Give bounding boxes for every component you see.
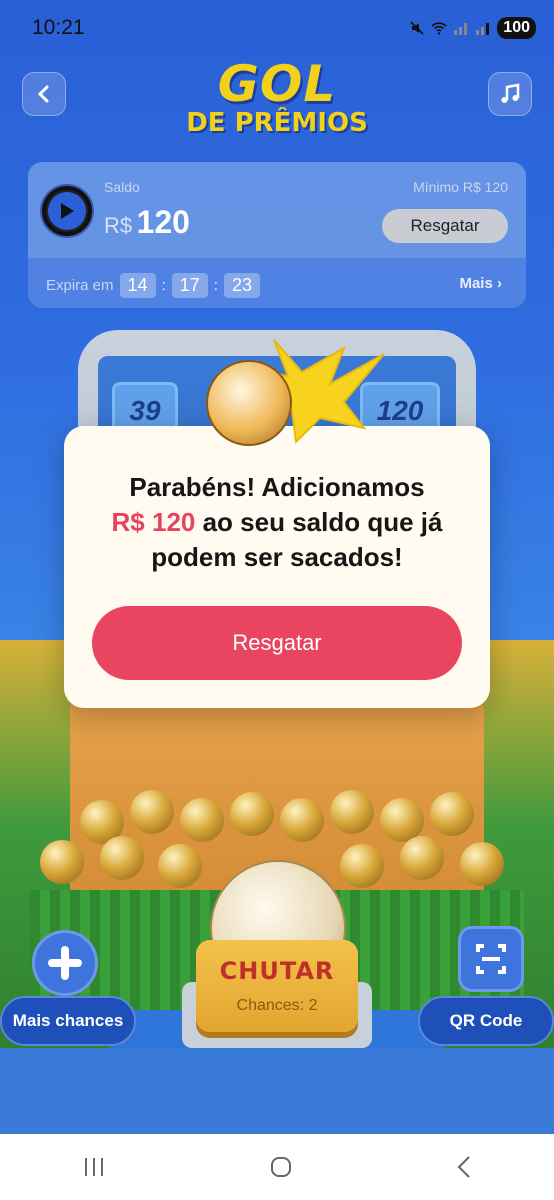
gold-ball [340,844,384,888]
gold-ball [130,790,174,834]
congrats-line2-rest: ao seu saldo que já [195,507,443,537]
gold-ball [100,836,144,880]
chevron-right-icon: › [497,275,502,292]
back-nav-icon[interactable] [456,1155,472,1179]
chutar-label: CHUTAR [219,957,335,985]
congrats-message: Parabéns! Adicionamos R$ 120 ao seu sald… [64,470,490,575]
timer-hours: 14 [119,273,156,298]
congrats-line1: Parabéns! Adicionamos [129,472,425,502]
mais-chances-button[interactable]: Mais chances [0,996,136,1046]
gold-ball [230,792,274,836]
battery-indicator: 100 [497,17,536,39]
status-bar: 10:21 100 [0,0,554,56]
signal-icon [454,23,468,35]
status-time: 10:21 [32,16,85,39]
expira-label: Expira em [46,277,114,294]
expira-timer: Expira em 14 : 17 : 23 [46,273,260,298]
gold-ball [430,792,474,836]
chances-count: Chances: 2 [236,997,318,1014]
status-icons: 100 [409,16,536,40]
home-icon[interactable] [269,1155,293,1179]
saldo-value: R$ 120 [104,204,190,241]
congrats-line2: R$ 120 ao seu saldo que já [64,505,490,540]
wifi-icon [431,22,447,35]
plus-icon[interactable] [32,930,98,996]
logo-line2: DE PRÊMIOS [186,108,368,138]
resgatar-small-button[interactable]: Resgatar [382,209,508,243]
gold-ball [460,842,504,886]
gold-ball [40,840,84,884]
saldo-amount: 120 [136,204,190,240]
gold-ball [330,790,374,834]
mais-label: Mais [459,275,493,292]
soccer-ball-icon [206,360,292,446]
system-nav-bar [0,1134,554,1200]
qr-code-button[interactable]: QR Code [418,996,554,1046]
gold-ball [400,836,444,880]
qr-code-icon[interactable] [458,926,524,992]
bottom-background [0,1048,554,1134]
saldo-label: Saldo [104,179,140,195]
balance-card: Saldo R$ 120 Mínimo R$ 120 Resgatar Expi… [28,162,526,308]
mute-icon [410,21,424,35]
timer-sep: : [213,277,218,294]
recent-apps-icon[interactable] [82,1156,106,1178]
gold-ball [180,798,224,842]
mais-link[interactable]: Mais › [459,275,502,292]
resgatar-button[interactable]: Resgatar [92,606,462,680]
minimo-label: Mínimo R$ 120 [413,179,508,195]
logo-line1: GOL [217,55,337,113]
congrats-amount: R$ 120 [111,507,196,537]
gold-ball [158,844,202,888]
chutar-button[interactable]: CHUTAR Chances: 2 [196,940,358,1032]
saldo-currency: R$ [104,213,133,238]
congrats-modal: Parabéns! Adicionamos R$ 120 ao seu sald… [64,426,490,708]
logo: GOL DE PRÊMIOS [0,55,554,138]
congrats-line3: podem ser sacados! [151,542,403,572]
timer-seconds: 23 [223,273,260,298]
signal-icon-2 [476,23,490,35]
timer-sep: : [161,277,166,294]
timer-minutes: 17 [171,273,208,298]
play-button[interactable] [42,186,92,236]
play-icon [48,192,86,230]
gold-ball [280,798,324,842]
